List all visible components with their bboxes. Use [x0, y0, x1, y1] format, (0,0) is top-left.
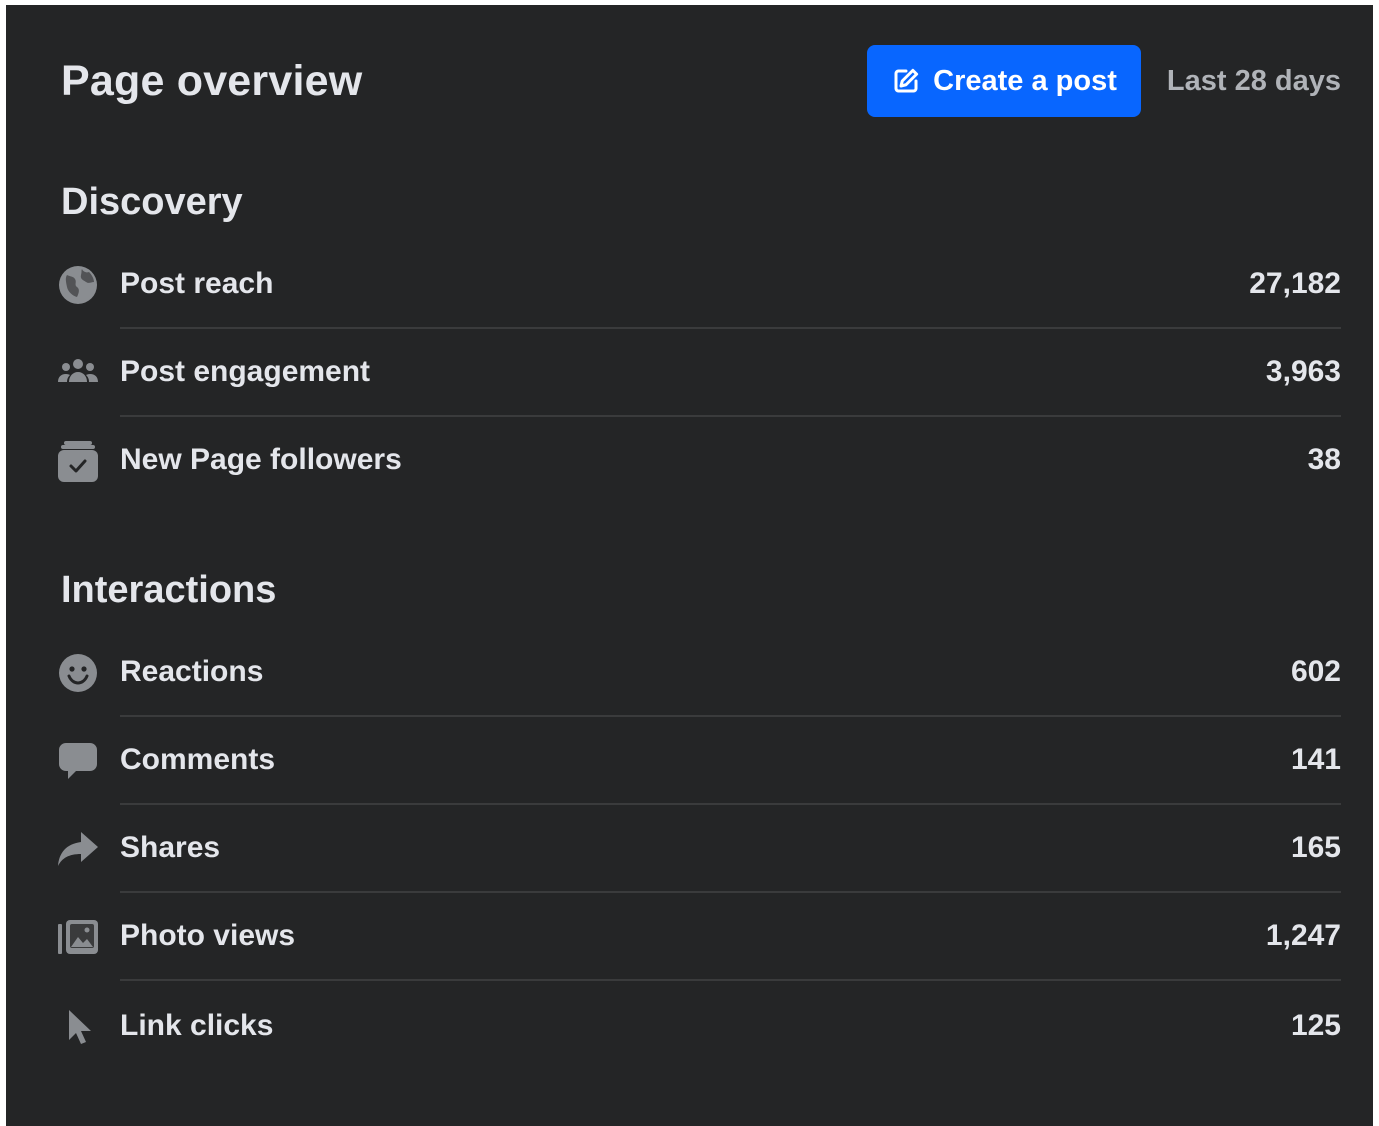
metric-value: 125	[1290, 1009, 1341, 1042]
metric-row-post-engagement[interactable]: Post engagement 3,963	[56, 329, 1341, 417]
discovery-section-title: Discovery	[61, 181, 243, 223]
create-post-label: Create a post	[933, 64, 1117, 97]
metric-label: Post engagement	[120, 355, 371, 388]
page-title: Page overview	[61, 56, 363, 105]
metric-value: 141	[1290, 743, 1341, 776]
metric-value: 602	[1290, 655, 1341, 688]
metric-label: Comments	[120, 743, 276, 776]
metric-label: Link clicks	[120, 1009, 274, 1042]
metric-value: 38	[1307, 443, 1341, 476]
people-icon	[56, 351, 100, 395]
metric-row-comments[interactable]: Comments 141	[56, 717, 1341, 805]
metric-value: 3,963	[1265, 355, 1341, 388]
metric-row-post-reach[interactable]: Post reach 27,182	[56, 241, 1341, 329]
date-range-selector[interactable]: Last 28 days	[1167, 65, 1341, 98]
metric-label: Photo views	[120, 919, 296, 952]
smiley-icon	[56, 651, 100, 695]
create-post-button[interactable]: Create a post	[867, 45, 1141, 117]
edit-icon	[891, 66, 921, 96]
metric-label: Reactions	[120, 655, 264, 688]
metric-row-link-clicks[interactable]: Link clicks 125	[56, 983, 1341, 1071]
metric-value: 1,247	[1265, 919, 1341, 952]
share-arrow-icon	[56, 827, 100, 871]
metric-row-new-page-followers[interactable]: New Page followers 38	[56, 417, 1341, 505]
metric-label: Shares	[120, 831, 221, 864]
overview-header: Page overview Create a post Last 28 days	[61, 45, 1341, 117]
metric-row-shares[interactable]: Shares 165	[56, 805, 1341, 893]
metric-row-photo-views[interactable]: Photo views 1,247	[56, 893, 1341, 981]
photo-icon	[56, 915, 100, 959]
metric-row-reactions[interactable]: Reactions 602	[56, 629, 1341, 717]
metric-value: 165	[1290, 831, 1341, 864]
globe-icon	[56, 263, 100, 307]
metric-value: 27,182	[1249, 267, 1341, 300]
metric-label: New Page followers	[120, 443, 402, 476]
comment-bubble-icon	[56, 739, 100, 783]
interactions-section-title: Interactions	[61, 569, 277, 611]
cursor-icon	[56, 1005, 100, 1049]
page-overview-panel: Page overview Create a post Last 28 days…	[6, 5, 1373, 1126]
metric-label: Post reach	[120, 267, 274, 300]
follow-check-icon	[56, 439, 100, 483]
